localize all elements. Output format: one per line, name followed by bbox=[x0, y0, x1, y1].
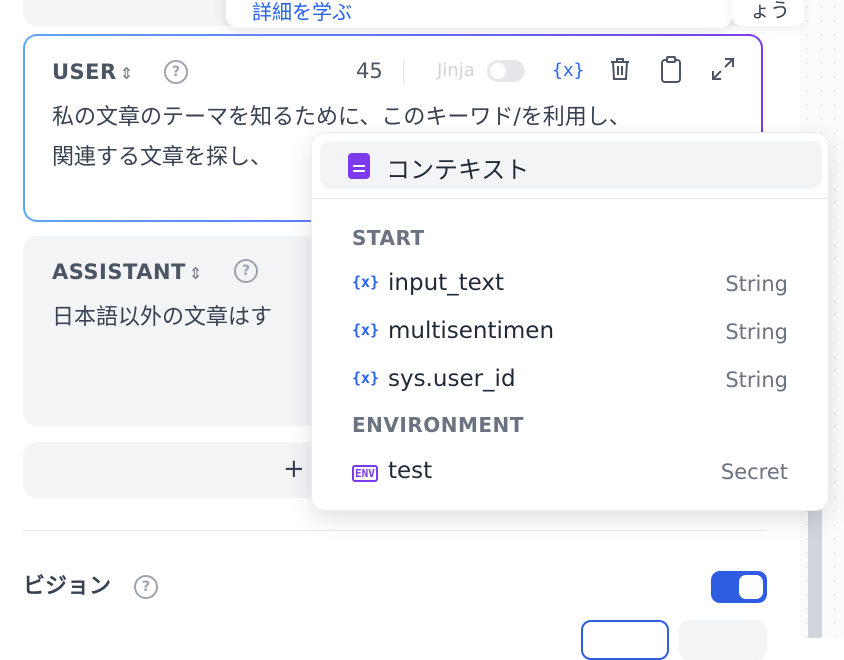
role-selector-assistant[interactable]: ASSISTANT ⇕ bbox=[52, 260, 203, 284]
group-title-environment: ENVIRONMENT bbox=[352, 413, 524, 437]
copy-icon[interactable] bbox=[656, 56, 686, 86]
help-icon[interactable]: ? bbox=[234, 259, 258, 283]
variable-option[interactable]: ENV test Secret bbox=[352, 453, 788, 493]
role-selector-user[interactable]: USER ⇕ bbox=[52, 60, 134, 84]
vision-toggle[interactable] bbox=[711, 571, 767, 603]
variable-name: input_text bbox=[388, 270, 505, 296]
divider bbox=[312, 198, 828, 199]
learn-more-link[interactable]: 詳細を学ぶ bbox=[252, 0, 352, 25]
role-label: ASSISTANT bbox=[52, 260, 186, 284]
vision-label: ビジョン bbox=[23, 574, 112, 599]
assistant-prompt-line-1[interactable]: 日本語以外の文章はす bbox=[52, 298, 310, 338]
variable-option[interactable]: {x} input_text String bbox=[352, 265, 788, 305]
variable-icon: {x} bbox=[352, 273, 380, 291]
context-label: コンテキスト bbox=[386, 156, 530, 184]
variable-name: test bbox=[388, 458, 433, 484]
group-title-start: START bbox=[352, 226, 425, 250]
variable-option[interactable]: {x} sys.user_id String bbox=[352, 361, 788, 401]
variable-icon: {x} bbox=[352, 369, 380, 387]
variable-type: String bbox=[725, 368, 788, 392]
top-right-text: ょう bbox=[750, 0, 790, 22]
vision-option-selected[interactable] bbox=[581, 620, 669, 660]
variable-picker-popup: コンテキスト START {x} input_text String {x} m… bbox=[311, 132, 829, 511]
context-option[interactable]: コンテキスト bbox=[320, 141, 822, 189]
variable-type: String bbox=[725, 320, 788, 344]
learn-more-tooltip: 詳細を学ぶ bbox=[226, 0, 732, 28]
env-icon: ENV bbox=[352, 465, 378, 482]
sort-icon: ⇕ bbox=[119, 64, 134, 83]
sort-icon: ⇕ bbox=[188, 264, 203, 283]
document-icon bbox=[348, 153, 370, 179]
scrollbar[interactable] bbox=[808, 500, 822, 638]
plus-icon: + bbox=[283, 454, 305, 484]
user-prompt-line-2[interactable]: 関連する文章を探し、 bbox=[52, 138, 322, 178]
variable-option[interactable]: {x} multisentimen String bbox=[352, 313, 788, 353]
expand-icon[interactable] bbox=[708, 56, 738, 86]
variable-type: String bbox=[725, 272, 788, 296]
divider bbox=[403, 60, 404, 84]
vision-option[interactable] bbox=[679, 620, 767, 660]
insert-variable-icon[interactable]: {x} bbox=[552, 56, 585, 86]
jinja-toggle[interactable] bbox=[487, 60, 525, 82]
token-count: 45 bbox=[356, 59, 383, 83]
help-icon[interactable]: ? bbox=[134, 575, 158, 599]
variable-name: sys.user_id bbox=[388, 366, 516, 392]
jinja-label: Jinja bbox=[437, 60, 475, 81]
top-right-card: ょう bbox=[732, 0, 804, 26]
delete-icon[interactable] bbox=[605, 56, 635, 86]
role-label: USER bbox=[52, 60, 117, 84]
variable-name: multisentimen bbox=[388, 318, 555, 344]
divider bbox=[23, 530, 767, 531]
variable-type: Secret bbox=[720, 460, 788, 484]
help-icon[interactable]: ? bbox=[164, 60, 188, 84]
variable-icon: {x} bbox=[352, 321, 380, 339]
